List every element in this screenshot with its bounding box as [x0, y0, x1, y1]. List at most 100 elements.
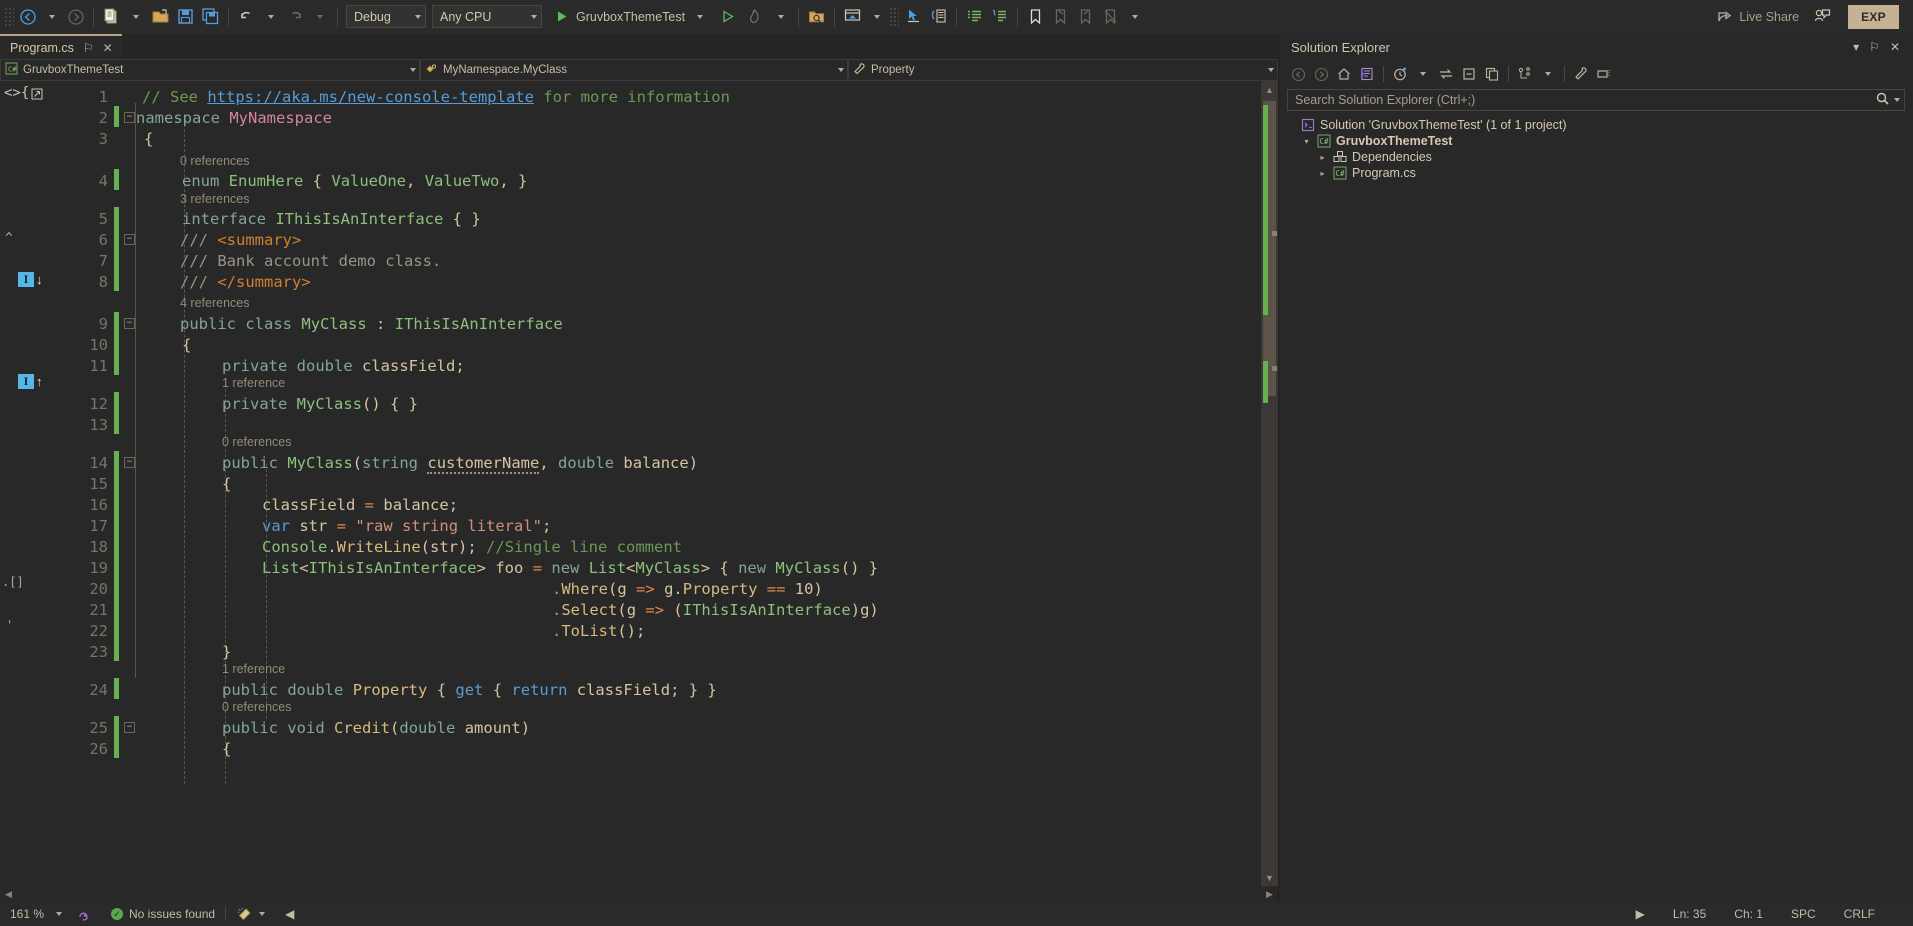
search-solution-explorer-input[interactable]: Search Solution Explorer (Ctrl+;): [1287, 89, 1905, 111]
undo-button[interactable]: [234, 4, 259, 30]
undo-dropdown[interactable]: [259, 4, 283, 30]
open-file-button[interactable]: [148, 4, 173, 30]
exp-badge[interactable]: EXP: [1848, 4, 1899, 29]
start-debug-button[interactable]: [549, 4, 573, 30]
close-icon[interactable]: ✕: [103, 42, 113, 54]
codelens-references[interactable]: 3 references: [180, 191, 249, 207]
tree-item[interactable]: ▾ C# GruvboxThemeTest: [1279, 133, 1913, 149]
fold-toggle[interactable]: −: [124, 318, 135, 329]
status-scroll-left[interactable]: ◀: [275, 907, 304, 921]
solution-platform-combo[interactable]: Any CPU: [432, 5, 542, 28]
properties-hierarchy-icon[interactable]: [1514, 63, 1536, 85]
navigate-back-button[interactable]: [16, 4, 40, 30]
save-button[interactable]: [173, 4, 198, 30]
start-without-debug-button[interactable]: [715, 4, 739, 30]
live-share-button[interactable]: Live Share: [1716, 8, 1813, 25]
zoom-dropdown-icon[interactable]: [56, 912, 62, 916]
codelens-references[interactable]: 0 references: [180, 153, 249, 169]
navbar-project-dropdown[interactable]: C# GruvboxThemeTest: [0, 59, 420, 81]
properties-icon[interactable]: [1570, 63, 1592, 85]
comment-lines-icon[interactable]: [962, 4, 987, 30]
horizontal-scroll-track[interactable]: [17, 886, 1261, 902]
sync-with-active-document-icon[interactable]: [1435, 63, 1457, 85]
show-all-files-icon[interactable]: [1481, 63, 1503, 85]
pointer-select-icon[interactable]: [901, 4, 926, 30]
switch-views-icon[interactable]: [1356, 63, 1378, 85]
previous-bookmark-icon[interactable]: [1048, 4, 1073, 30]
collapsed-region-glyph[interactable]: .[]: [2, 575, 24, 589]
pending-changes-icon[interactable]: [1389, 63, 1411, 85]
search-options-dropdown[interactable]: [1894, 98, 1900, 102]
code-map-icon[interactable]: <>{: [4, 85, 44, 101]
solution-configuration-combo[interactable]: Debug: [346, 5, 426, 28]
properties-hierarchy-dropdown[interactable]: [1537, 63, 1559, 85]
scroll-left-button[interactable]: ◀: [0, 886, 17, 902]
expander-icon[interactable]: ▸: [1317, 153, 1328, 162]
panel-pin-icon[interactable]: ⚐: [1864, 40, 1885, 54]
tree-item[interactable]: Solution 'GruvboxThemeTest' (1 of 1 proj…: [1279, 117, 1913, 133]
solution-tree[interactable]: Solution 'GruvboxThemeTest' (1 of 1 proj…: [1279, 115, 1913, 902]
accessibility-indicator[interactable]: [66, 907, 101, 922]
codelens-references[interactable]: 1 reference: [222, 661, 285, 677]
hot-reload-button[interactable]: [742, 4, 766, 30]
fold-toggle[interactable]: −: [124, 234, 135, 245]
navbar-type-dropdown[interactable]: MyNamespace.MyClass: [420, 59, 848, 81]
console-template-link[interactable]: https://aka.ms/new-console-template: [207, 88, 534, 106]
inheritance-up-glyph[interactable]: I ↑: [18, 374, 43, 389]
glyph-margin[interactable]: <>{ ^ I ↓ I ↑ .[] ': [0, 81, 62, 886]
vertical-scrollbar[interactable]: ▲ ▼: [1261, 81, 1278, 886]
redo-dropdown[interactable]: [308, 4, 332, 30]
fold-toggle[interactable]: −: [124, 722, 135, 733]
codelens-references[interactable]: 0 references: [222, 434, 291, 450]
redo-button[interactable]: [283, 4, 308, 30]
horizontal-scrollbar[interactable]: ◀ ▶: [0, 886, 1278, 902]
window-layout-icon[interactable]: [840, 4, 865, 30]
column-indicator[interactable]: Ch: 1: [1720, 907, 1777, 921]
fold-toggle[interactable]: −: [124, 112, 135, 123]
tab-program-cs[interactable]: Program.cs ⚐ ✕: [0, 34, 122, 59]
search-icon[interactable]: [1875, 91, 1890, 109]
collapse-chevron-icon[interactable]: ^: [5, 231, 13, 246]
fold-toggle[interactable]: −: [124, 457, 135, 468]
hot-reload-dropdown[interactable]: [769, 4, 793, 30]
code-editor[interactable]: <>{ ^ I ↓ I ↑ .[] ' 1 2 − 3 4 0 referenc…: [0, 81, 1278, 886]
uncomment-lines-icon[interactable]: [987, 4, 1012, 30]
line-ending-indicator[interactable]: CRLF: [1830, 907, 1889, 921]
next-bookmark-icon[interactable]: [1073, 4, 1098, 30]
pending-changes-dropdown[interactable]: [1412, 63, 1434, 85]
toolbar-grip-2[interactable]: [889, 6, 900, 27]
code-surface[interactable]: 1 2−3 4 0 references 5 3 references 6−7 8 9−4 re…: [62, 81, 1261, 886]
panel-menu-icon[interactable]: ▾: [1848, 40, 1864, 54]
save-all-button[interactable]: [198, 4, 223, 30]
codelens-references[interactable]: 1 reference: [222, 375, 285, 391]
collapse-all-icon[interactable]: [1458, 63, 1480, 85]
back-icon[interactable]: [1287, 63, 1309, 85]
code-cleanup-dropdown[interactable]: [259, 912, 266, 916]
toolbar-grip[interactable]: [4, 6, 14, 27]
zoom-level-control[interactable]: 161 %: [4, 905, 66, 923]
codelens-references[interactable]: 4 references: [180, 295, 249, 311]
new-project-dropdown[interactable]: [124, 4, 148, 30]
scroll-right-button[interactable]: ▶: [1261, 886, 1278, 902]
send-feedback-button[interactable]: [1813, 7, 1848, 26]
navigate-forward-button[interactable]: [64, 4, 88, 30]
startup-project-dropdown[interactable]: [688, 4, 712, 30]
status-scroll-right[interactable]: ▶: [1622, 907, 1659, 921]
inheritance-down-glyph[interactable]: I ↓: [18, 272, 43, 287]
forward-icon[interactable]: [1310, 63, 1332, 85]
home-icon[interactable]: [1333, 63, 1355, 85]
tree-item[interactable]: ▸ Dependencies: [1279, 149, 1913, 165]
code-cleanup-button[interactable]: [226, 906, 275, 923]
expander-icon[interactable]: ▸: [1317, 169, 1328, 178]
rename-suggestion[interactable]: customerName: [427, 454, 540, 474]
tree-item[interactable]: ▸ C# Program.cs: [1279, 165, 1913, 181]
new-project-button[interactable]: [99, 4, 124, 30]
pin-icon[interactable]: ⚐: [83, 42, 94, 54]
panel-close-icon[interactable]: ✕: [1885, 40, 1905, 54]
quote-glyph[interactable]: ': [6, 618, 13, 632]
scroll-down-button[interactable]: ▼: [1261, 869, 1278, 886]
preview-selected-items-icon[interactable]: [1593, 63, 1615, 85]
clear-bookmarks-icon[interactable]: [1098, 4, 1123, 30]
toolbar-overflow-button[interactable]: [1123, 4, 1147, 30]
live-visual-tree-icon[interactable]: [926, 4, 951, 30]
